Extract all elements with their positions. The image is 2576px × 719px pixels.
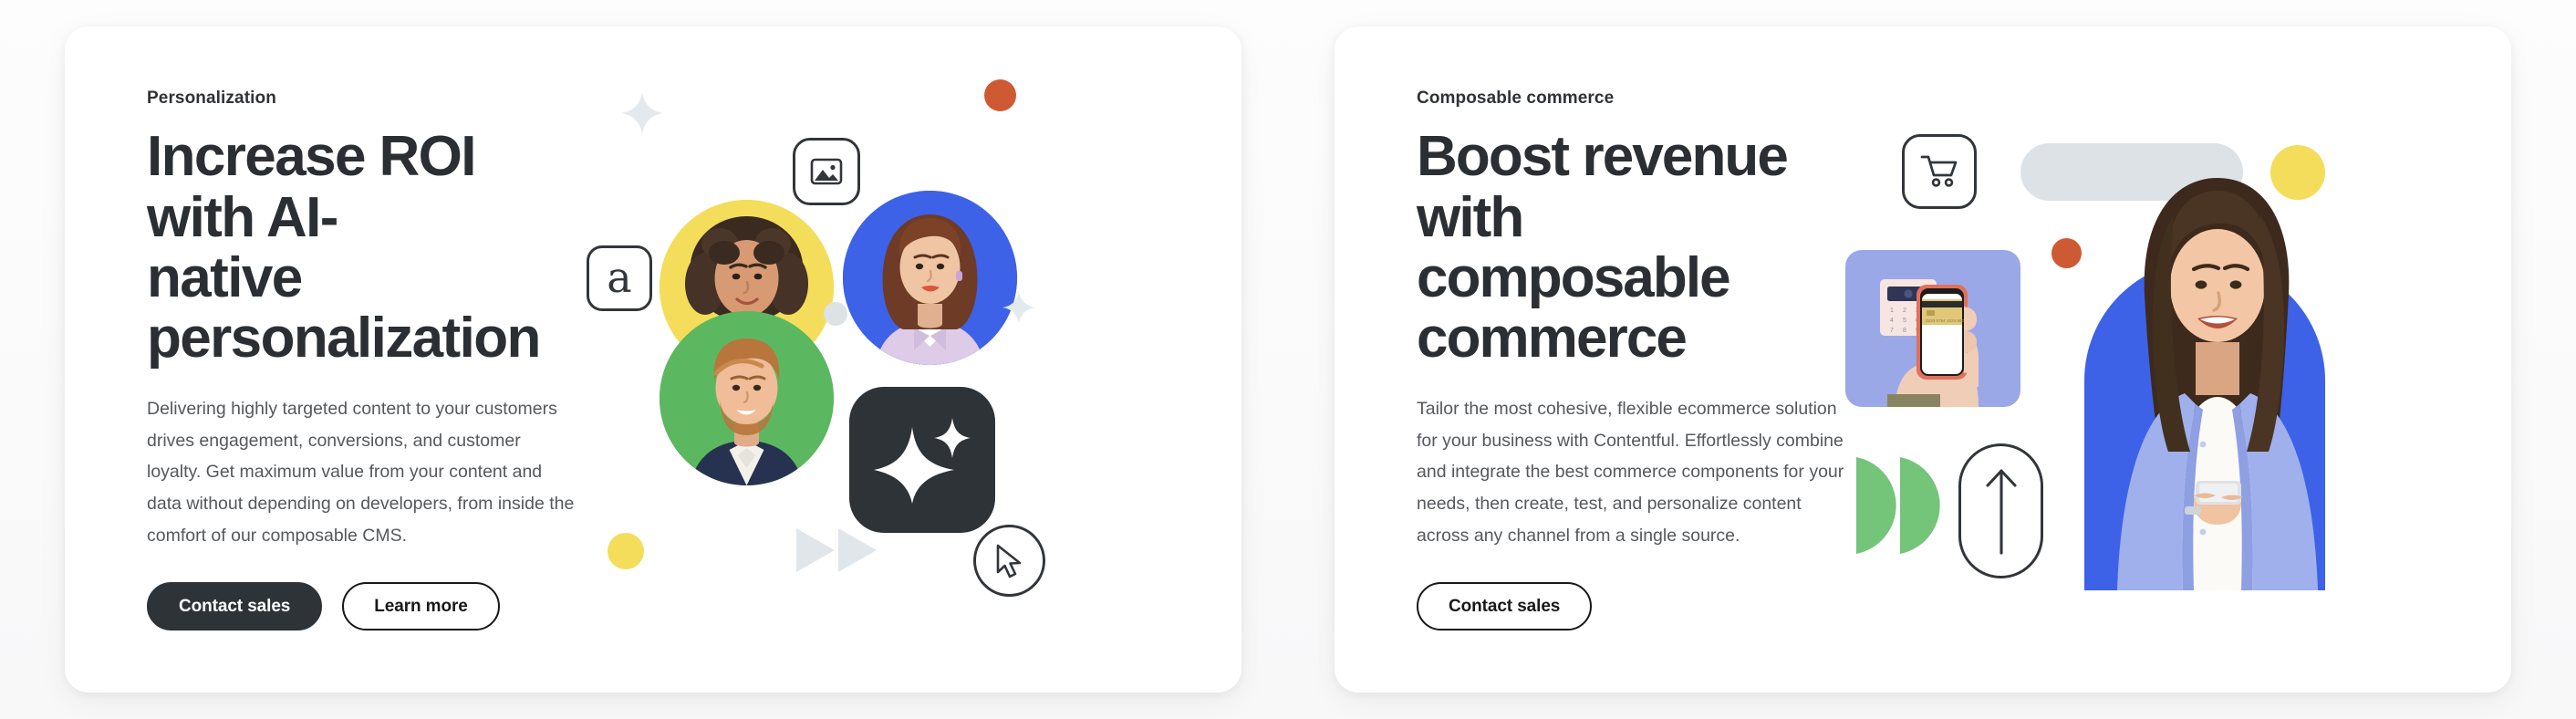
arrow-up-icon [1985, 469, 2017, 555]
ai-sparkle-tile[interactable] [849, 387, 995, 533]
eyebrow-label: Composable commerce [1417, 88, 1615, 108]
svg-text:8: 8 [1903, 328, 1906, 334]
fast-forward-arrows-icon [796, 528, 877, 572]
personalization-collage: a [576, 26, 1241, 693]
dot-orange [984, 79, 1016, 111]
avatar-portrait-3 [660, 311, 834, 485]
dot-yellow [608, 533, 644, 569]
page-title: Increase ROI with AI- native personaliza… [147, 125, 541, 370]
woman-with-phone-photo [2057, 134, 2367, 590]
shopping-cart-icon [1920, 155, 1958, 187]
eyebrow-label: Personalization [147, 88, 276, 108]
contact-sales-button[interactable]: Contact sales [147, 582, 323, 631]
portrait-image [2084, 178, 2325, 590]
svg-text:1: 1 [1890, 307, 1894, 314]
svg-text:2: 2 [1903, 307, 1906, 314]
avatar-portrait-2 [843, 191, 1017, 365]
contact-sales-button[interactable]: Contact sales [1417, 582, 1593, 631]
card-personalization: Personalization Increase ROI with AI- na… [65, 26, 1241, 693]
green-half-circles-icon [1856, 457, 1940, 554]
commerce-collage: 123 456 789 3233 5784 [1845, 26, 2511, 693]
cta-group: Contact sales Learn more [147, 582, 576, 631]
sparkle-icon [874, 418, 971, 504]
card-copy: Personalization Increase ROI with AI- na… [65, 89, 576, 631]
avatar-blue [843, 191, 1017, 365]
body-paragraph: Delivering highly targeted content to yo… [147, 398, 575, 546]
page-root: Personalization Increase ROI with AI- na… [0, 0, 2576, 719]
svg-text:5: 5 [1903, 318, 1906, 324]
cursor-arrow-icon [996, 544, 1021, 578]
payment-terminal-photo: 123 456 789 3233 5784 [1845, 250, 2020, 407]
image-icon [810, 158, 843, 185]
card-copy: Composable commerce Boost revenue with c… [1335, 89, 1845, 631]
letter-a-glyph: a [607, 252, 632, 302]
dot-gray [824, 302, 847, 326]
card-composable-commerce: Composable commerce Boost revenue with c… [1335, 26, 2511, 693]
up-arrow-pill[interactable] [1958, 443, 2043, 578]
sparkle-right-icon [1002, 291, 1035, 324]
letter-a-tile[interactable]: a [587, 245, 652, 311]
cursor-icon-circle[interactable] [973, 525, 1045, 597]
cta-group: Contact sales [1417, 582, 1845, 631]
page-title: Boost revenue with composable commerce [1417, 125, 1789, 370]
avatar-green [660, 311, 834, 485]
sparkle-top-left-icon [621, 92, 663, 134]
body-paragraph: Tailor the most cohesive, flexible ecomm… [1417, 398, 1844, 546]
svg-text:4: 4 [1890, 318, 1894, 324]
svg-text:7: 7 [1890, 328, 1894, 334]
learn-more-button[interactable]: Learn more [342, 582, 500, 631]
shopping-cart-tile[interactable] [1902, 134, 1977, 209]
image-icon-tile[interactable] [793, 138, 860, 205]
payment-terminal-image: 123 456 789 3233 5784 [1845, 250, 2020, 407]
svg-text:3233 5784 1024 5628: 3233 5784 1024 5628 [1926, 318, 1967, 323]
